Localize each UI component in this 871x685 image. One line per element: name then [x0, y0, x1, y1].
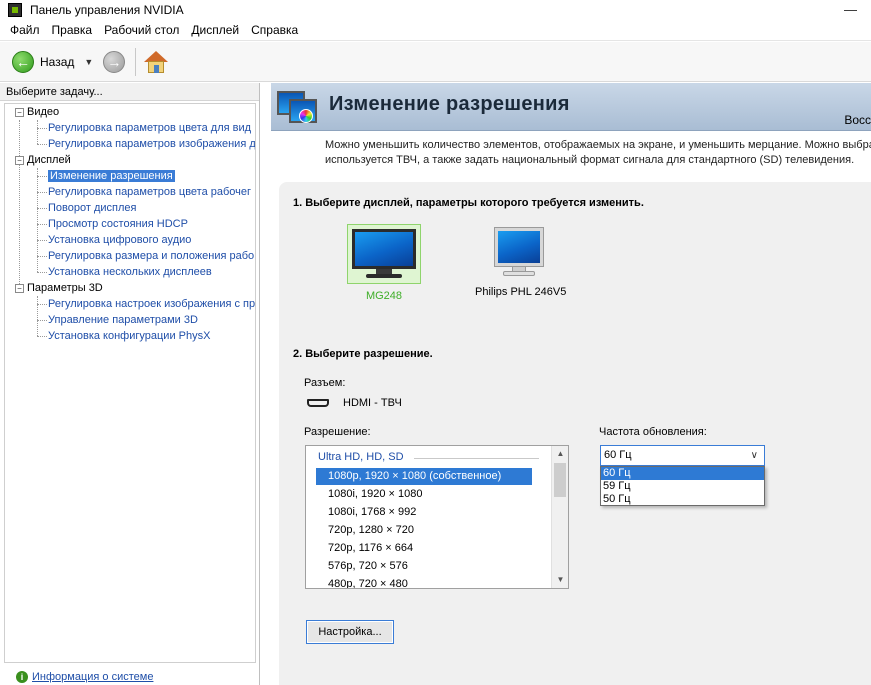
content-panel: Изменение разрешения Восс Можно уменьшит…: [261, 83, 871, 685]
page-header: Изменение разрешения Восс: [271, 83, 871, 131]
tree-category-display[interactable]: − Дисплей: [5, 152, 255, 168]
monitor-icon: [495, 228, 543, 278]
resolution-item[interactable]: 1080p, 1920 × 1080 (собственное): [316, 468, 532, 485]
resolution-item[interactable]: 720p, 1280 × 720: [316, 522, 532, 539]
nvidia-app-icon: [8, 3, 22, 17]
back-button[interactable]: ← Назад ▼: [12, 48, 93, 76]
resolution-label: Разрешение:: [304, 426, 371, 438]
step1-title: 1. Выберите дисплей, параметры которого …: [293, 197, 644, 209]
chevron-down-icon: ∨: [750, 450, 758, 461]
display-resolution-icon: [277, 87, 327, 129]
display-name: Philips PHL 246V5: [475, 286, 567, 298]
home-icon[interactable]: [144, 50, 169, 74]
scroll-thumb[interactable]: [554, 463, 566, 497]
monitor-icon: [352, 229, 416, 279]
refresh-rate-select[interactable]: 60 Гц ∨: [600, 445, 765, 466]
task-tree: − Видео Регулировка параметров цвета для …: [4, 103, 256, 663]
step2-title: 2. Выберите разрешение.: [293, 348, 433, 360]
customize-button[interactable]: Настройка...: [306, 620, 394, 644]
tree-item-desktop-size[interactable]: Регулировка размера и положения рабо: [5, 248, 255, 264]
resolution-scrollbar[interactable]: ▲ ▼: [551, 446, 568, 588]
collapse-icon[interactable]: −: [15, 155, 24, 165]
scroll-down-icon[interactable]: ▼: [552, 572, 568, 588]
menu-help[interactable]: Справка: [241, 23, 304, 37]
hdmi-icon: [307, 399, 329, 407]
group-divider: [414, 458, 539, 459]
menu-display[interactable]: Дисплей: [181, 23, 245, 37]
resolution-item[interactable]: 480p, 720 × 480: [316, 576, 532, 588]
page-description: Можно уменьшить количество элементов, от…: [325, 139, 871, 166]
refresh-option[interactable]: 50 Гц: [601, 493, 764, 506]
display-card-philips[interactable]: Philips PHL 246V5: [475, 228, 567, 298]
window-title: Панель управления NVIDIA: [30, 3, 184, 17]
refresh-rate-value: 60 Гц: [604, 449, 632, 461]
connector-row: HDMI - ТВЧ: [307, 397, 402, 409]
tree-item-digital-audio[interactable]: Установка цифрового аудио: [5, 232, 255, 248]
task-panel: Выберите задачу... − Видео Регулировка па…: [0, 83, 260, 685]
resolution-group-header: Ultra HD, HD, SD: [318, 451, 404, 463]
tree-item-manage-3d[interactable]: Управление параметрами 3D: [5, 312, 255, 328]
resolution-item[interactable]: 576p, 720 × 576: [316, 558, 532, 575]
tree-item-desktop-color[interactable]: Регулировка параметров цвета рабочег: [5, 184, 255, 200]
scroll-up-icon[interactable]: ▲: [552, 446, 568, 462]
resolution-list[interactable]: Ultra HD, HD, SD 1080p, 1920 × 1080 (соб…: [305, 445, 569, 589]
tree-item-3d-image-settings[interactable]: Регулировка настроек изображения с пр: [5, 296, 255, 312]
back-arrow-icon: ←: [12, 50, 34, 73]
resolution-item[interactable]: 720p, 1176 × 664: [316, 540, 532, 557]
refresh-option[interactable]: 60 Гц: [601, 467, 764, 480]
menu-desktop[interactable]: Рабочий стол: [94, 23, 185, 37]
tree-category-3d[interactable]: − Параметры 3D: [5, 280, 255, 296]
system-info-label[interactable]: Информация о системе: [32, 671, 153, 683]
tree-item-video-color[interactable]: Регулировка параметров цвета для вид: [5, 120, 255, 136]
refresh-option[interactable]: 59 Гц: [601, 480, 764, 493]
forward-button[interactable]: →: [103, 50, 126, 73]
minimize-button[interactable]: —: [844, 2, 857, 17]
resolution-item[interactable]: 1080i, 1768 × 992: [316, 504, 532, 521]
back-label: Назад: [40, 54, 75, 69]
toolbar: ← Назад ▼ →: [0, 42, 871, 82]
tree-item-change-resolution[interactable]: Изменение разрешения: [5, 168, 255, 184]
tree-item-multiple-displays[interactable]: Установка нескольких дисплеев: [5, 264, 255, 280]
menu-file[interactable]: Файл: [0, 23, 46, 37]
tree-item-rotate-display[interactable]: Поворот дисплея: [5, 200, 255, 216]
page-title: Изменение разрешения: [329, 93, 570, 115]
toolbar-separator: [135, 47, 137, 76]
connector-value: HDMI - ТВЧ: [343, 397, 402, 409]
tree-item-physx[interactable]: Установка конфигурации PhysX: [5, 328, 255, 344]
info-icon: i: [16, 671, 28, 683]
display-card-mg248[interactable]: MG248: [347, 224, 421, 302]
task-header: Выберите задачу...: [0, 83, 259, 101]
tree-item-hdcp-status[interactable]: Просмотр состояния HDCP: [5, 216, 255, 232]
system-info-link[interactable]: i Информация о системе: [16, 671, 153, 683]
menu-bar: Файл Правка Рабочий стол Дисплей Справка: [0, 20, 871, 41]
collapse-icon[interactable]: −: [15, 283, 24, 293]
restore-defaults-link[interactable]: Восс: [844, 113, 871, 127]
history-dropdown-icon[interactable]: ▼: [84, 57, 93, 67]
menu-edit[interactable]: Правка: [42, 23, 99, 37]
settings-area: 1. Выберите дисплей, параметры которого …: [279, 182, 871, 685]
title-bar: Панель управления NVIDIA —: [0, 0, 871, 20]
refresh-rate-label: Частота обновления:: [599, 426, 707, 438]
collapse-icon[interactable]: −: [15, 107, 24, 117]
display-name: MG248: [365, 290, 403, 302]
connector-label: Разъем:: [304, 377, 346, 389]
tree-item-video-image[interactable]: Регулировка параметров изображения д: [5, 136, 255, 152]
resolution-item[interactable]: 1080i, 1920 × 1080: [316, 486, 532, 503]
refresh-rate-dropdown: 60 Гц 59 Гц 50 Гц: [600, 466, 765, 506]
tree-category-video[interactable]: − Видео: [5, 104, 255, 120]
